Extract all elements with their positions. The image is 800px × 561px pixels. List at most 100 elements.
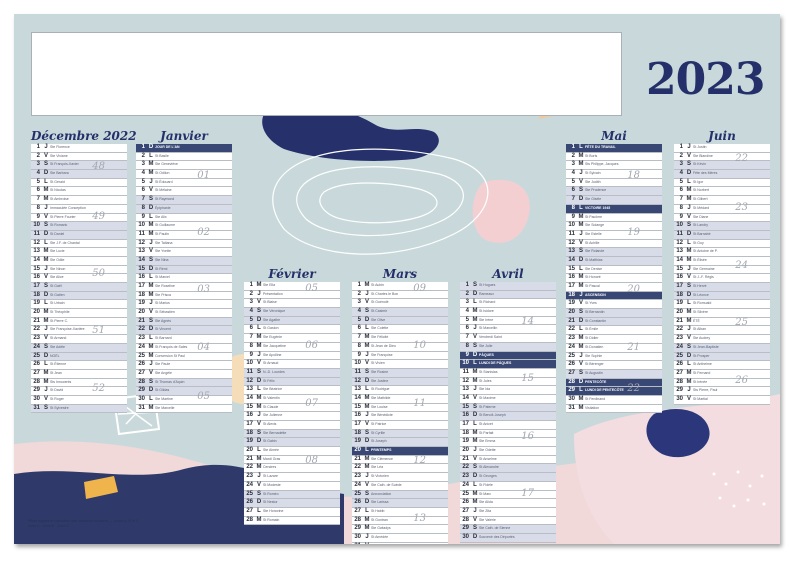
week-number: 17 [521, 488, 534, 499]
weekday-letter: M [148, 230, 154, 237]
saint-name: Ste Clémence [371, 456, 393, 461]
day-number: 14 [568, 256, 575, 263]
day-number: 23 [33, 335, 40, 342]
weekday-letter: S [256, 429, 261, 436]
weekday-letter: M [472, 490, 478, 497]
saint-name: Ste Jacqueline [263, 343, 286, 348]
saint-name: Fête des Mères [693, 171, 718, 176]
day-row: 13 L Ste Béatrice [244, 386, 340, 395]
day-number: 13 [676, 248, 683, 255]
saint-name: Ste Colette [371, 326, 389, 331]
day-row: 21 M ÉTÉ [674, 318, 770, 327]
weekday-letter: D [364, 377, 370, 384]
day-row: 12 L Ste J.F. de Chantal [31, 240, 127, 249]
day-row: 10 V St Vivien [352, 360, 448, 369]
day-number: 7 [36, 196, 40, 203]
weekday-letter: L [257, 507, 261, 514]
day-row: 22 L St Émile [566, 326, 662, 336]
weekday-letter: D [578, 317, 584, 324]
day-list: 1 S St Hugues 2 D Rameaux 3 L St Richard 4 M St Isi… [460, 282, 556, 543]
saint-name: St Jules [479, 378, 492, 383]
saint-name: St Roméo [263, 491, 279, 496]
day-row: 8 J Immaculée Conception [31, 205, 127, 214]
weekday-letter: L [149, 213, 153, 220]
day-number: 1 [465, 282, 469, 288]
day-row: 22 J St Alban [674, 326, 770, 336]
day-row: 26 J Ste Paule [136, 361, 232, 370]
weekday-letter: M [578, 404, 584, 411]
day-number: 29 [138, 387, 145, 394]
day-number: 15 [354, 403, 361, 410]
day-row: 28 M St Irénée [674, 379, 770, 388]
saint-name: St Bérenger [585, 362, 604, 367]
month-title: Mars [382, 267, 418, 281]
weekday-letter: V [43, 152, 48, 159]
weekday-letter: M [364, 403, 370, 410]
day-number: 31 [568, 404, 575, 411]
weekday-letter: J [365, 473, 369, 480]
day-number: 14 [354, 394, 361, 401]
day-row: 19 L St Romuald [674, 300, 770, 310]
day-number: 22 [568, 326, 575, 333]
day-row: 19 L St Urbain [31, 300, 127, 310]
day-row: 1 D JOUR DE L'AN [136, 144, 232, 153]
saint-name: Ste Rolande [585, 249, 605, 254]
day-number: 27 [568, 369, 575, 376]
day-row: 20 V St Sébastien [136, 309, 232, 318]
day-number: 16 [246, 412, 253, 419]
saint-name: St Jean [50, 370, 62, 375]
day-number: 1 [357, 282, 361, 288]
day-row: 16 L St Marcel [136, 274, 232, 283]
day-number: 7 [141, 196, 145, 203]
saint-name: Ste Florence [50, 145, 70, 149]
weekday-letter: S [472, 403, 477, 410]
saint-name: St Didier [585, 336, 599, 341]
saint-name: St Modeste [263, 482, 281, 487]
weekday-letter: D [686, 170, 692, 177]
weekday-letter: S [578, 309, 583, 316]
day-row: 16 V St J.-F. Régis [674, 274, 770, 283]
day-number: 13 [354, 386, 361, 393]
saint-name: St Roger [50, 396, 64, 401]
week-number: 07 [305, 397, 318, 409]
day-number: 5 [679, 178, 683, 185]
saint-name: St Gildas [155, 388, 170, 393]
saint-name: St Sébastien [155, 310, 175, 315]
day-number: 10 [676, 222, 683, 229]
saint-name: St Gaston [263, 326, 279, 331]
day-number: 11 [138, 230, 145, 237]
day-row: 18 M Ste Prisca [136, 292, 232, 301]
saint-name: St Romuald [693, 301, 712, 306]
saint-name: St Thomas d'Aquin [155, 379, 185, 384]
weekday-letter: D [364, 438, 370, 445]
weekday-letter: M [148, 161, 154, 168]
week-number: 50 [92, 268, 105, 279]
day-row: 9 V Ste Diane [674, 214, 770, 223]
saint-name: St Sylvestre [50, 405, 69, 410]
saint-name: St Mélaine [155, 188, 172, 193]
day-number: 29 [568, 387, 575, 394]
saint-name: Visitation [585, 405, 600, 410]
day-number: 4 [141, 170, 145, 177]
day-row: 23 J St Victorien [352, 473, 448, 482]
weekday-letter: S [686, 283, 691, 289]
weekday-letter: V [472, 394, 477, 401]
day-row: 21 D St Constantin [566, 317, 662, 327]
day-number: 30 [354, 533, 361, 540]
day-number: 26 [246, 499, 253, 506]
day-row: 23 V Ste Audrey [674, 335, 770, 344]
week-number: 26 [735, 374, 748, 386]
weekday-letter: J [365, 351, 369, 358]
weekday-letter: D [148, 326, 154, 333]
day-row: 17 V St Alexis [244, 421, 340, 430]
weekday-letter: L [687, 300, 691, 307]
day-row: 8 S Ste Julie [460, 342, 556, 352]
saint-name: St Irénée [693, 379, 708, 384]
weekday-letter: S [472, 342, 477, 349]
day-row: 23 D St Georges [460, 473, 556, 482]
month-title: Juin [708, 129, 736, 143]
saint-name: Ste Gisèle [585, 197, 602, 202]
day-row: 20 L PRINTEMPS [352, 447, 448, 456]
day-row: 18 J ASCENSION [566, 291, 662, 301]
weekday-letter: L [44, 300, 48, 307]
